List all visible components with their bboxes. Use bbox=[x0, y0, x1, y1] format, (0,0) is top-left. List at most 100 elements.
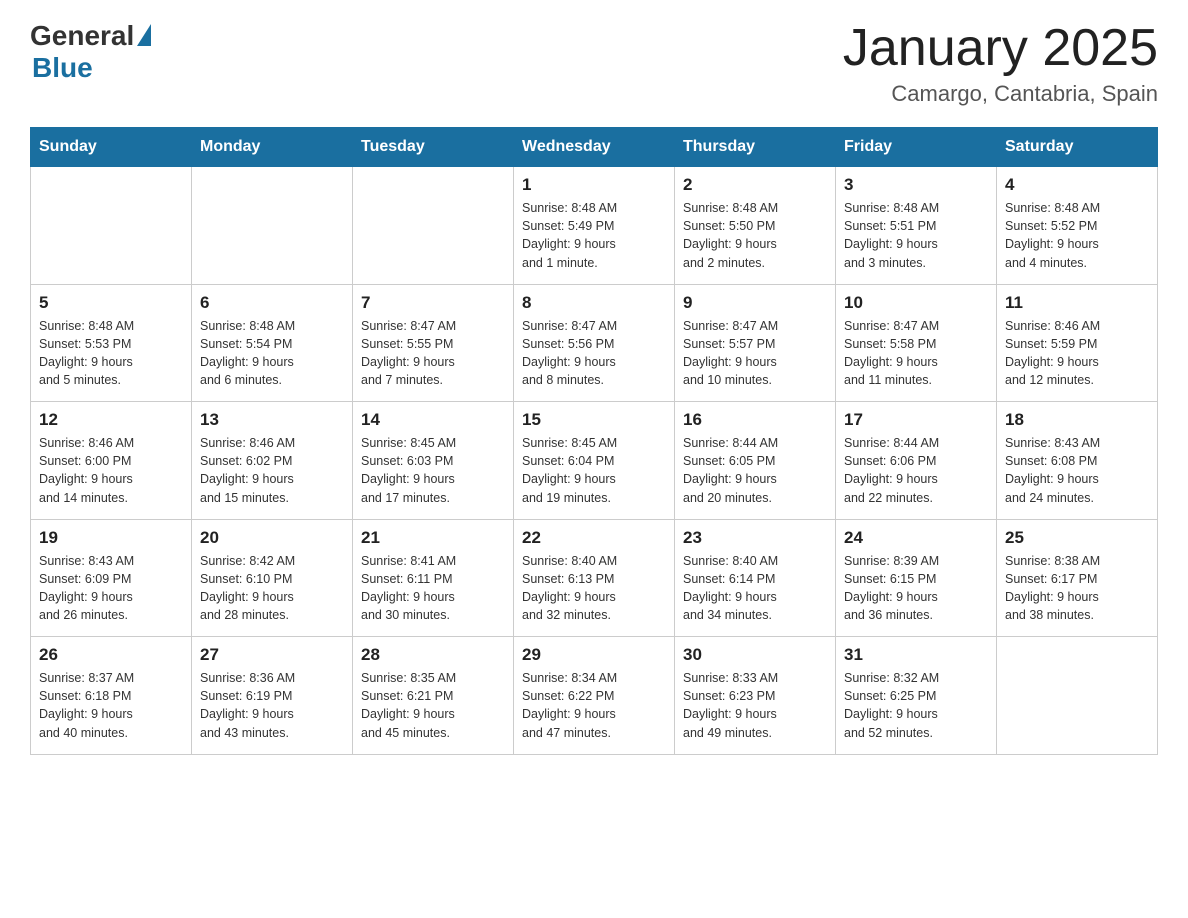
calendar-cell: 8 Sunrise: 8:47 AM Sunset: 5:56 PM Daylig… bbox=[514, 284, 675, 402]
day-info: Sunrise: 8:38 AM Sunset: 6:17 PM Dayligh… bbox=[1005, 552, 1149, 625]
calendar-cell: 11Sunrise: 8:46 AM Sunset: 5:59 PM Dayli… bbox=[997, 284, 1158, 402]
calendar-cell: 3Sunrise: 8:48 AM Sunset: 5:51 PM Daylig… bbox=[836, 167, 997, 285]
day-info: Sunrise: 8:40 AM Sunset: 6:13 PM Dayligh… bbox=[522, 552, 666, 625]
day-number: 14 bbox=[361, 410, 505, 430]
day-of-week-header: Sunday bbox=[31, 128, 192, 167]
day-number: 22 bbox=[522, 528, 666, 548]
calendar-cell: 16Sunrise: 8:44 AM Sunset: 6:05 PM Dayli… bbox=[675, 402, 836, 520]
calendar-week-row: 26 Sunrise: 8:37 AM Sunset: 6:18 PM Dayli… bbox=[31, 637, 1158, 755]
day-number: 20 bbox=[200, 528, 344, 548]
calendar-cell: 28 Sunrise: 8:35 AM Sunset: 6:21 PM Dayli… bbox=[353, 637, 514, 755]
day-of-week-header: Wednesday bbox=[514, 128, 675, 167]
calendar-cell: 5 Sunrise: 8:48 AM Sunset: 5:53 PM Daylig… bbox=[31, 284, 192, 402]
day-number: 19 bbox=[39, 528, 183, 548]
day-info: Sunrise: 8:32 AM Sunset: 6:25 PM Dayligh… bbox=[844, 669, 988, 742]
calendar-week-row: 19Sunrise: 8:43 AM Sunset: 6:09 PM Dayli… bbox=[31, 519, 1158, 637]
day-number: 23 bbox=[683, 528, 827, 548]
day-of-week-header: Monday bbox=[192, 128, 353, 167]
calendar-cell: 7 Sunrise: 8:47 AM Sunset: 5:55 PM Daylig… bbox=[353, 284, 514, 402]
calendar-cell: 10Sunrise: 8:47 AM Sunset: 5:58 PM Dayli… bbox=[836, 284, 997, 402]
day-of-week-header: Thursday bbox=[675, 128, 836, 167]
day-number: 15 bbox=[522, 410, 666, 430]
day-info: Sunrise: 8:36 AM Sunset: 6:19 PM Dayligh… bbox=[200, 669, 344, 742]
day-number: 17 bbox=[844, 410, 988, 430]
day-number: 30 bbox=[683, 645, 827, 665]
day-info: Sunrise: 8:48 AM Sunset: 5:52 PM Dayligh… bbox=[1005, 199, 1149, 272]
calendar-cell: 22 Sunrise: 8:40 AM Sunset: 6:13 PM Dayli… bbox=[514, 519, 675, 637]
calendar-cell: 15 Sunrise: 8:45 AM Sunset: 6:04 PM Dayli… bbox=[514, 402, 675, 520]
day-number: 8 bbox=[522, 293, 666, 313]
title-block: January 2025 Camargo, Cantabria, Spain bbox=[843, 20, 1158, 107]
calendar-cell bbox=[192, 167, 353, 285]
day-info: Sunrise: 8:47 AM Sunset: 5:57 PM Dayligh… bbox=[683, 317, 827, 390]
calendar-cell: 25 Sunrise: 8:38 AM Sunset: 6:17 PM Dayli… bbox=[997, 519, 1158, 637]
day-number: 1 bbox=[522, 175, 666, 195]
day-of-week-header: Saturday bbox=[997, 128, 1158, 167]
calendar-cell: 1 Sunrise: 8:48 AM Sunset: 5:49 PM Daylig… bbox=[514, 167, 675, 285]
calendar-cell: 2Sunrise: 8:48 AM Sunset: 5:50 PM Daylig… bbox=[675, 167, 836, 285]
day-info: Sunrise: 8:46 AM Sunset: 6:02 PM Dayligh… bbox=[200, 434, 344, 507]
calendar-cell: 31Sunrise: 8:32 AM Sunset: 6:25 PM Dayli… bbox=[836, 637, 997, 755]
day-number: 6 bbox=[200, 293, 344, 313]
day-info: Sunrise: 8:48 AM Sunset: 5:49 PM Dayligh… bbox=[522, 199, 666, 272]
day-info: Sunrise: 8:42 AM Sunset: 6:10 PM Dayligh… bbox=[200, 552, 344, 625]
day-number: 18 bbox=[1005, 410, 1149, 430]
calendar-cell: 19Sunrise: 8:43 AM Sunset: 6:09 PM Dayli… bbox=[31, 519, 192, 637]
day-info: Sunrise: 8:46 AM Sunset: 6:00 PM Dayligh… bbox=[39, 434, 183, 507]
day-info: Sunrise: 8:48 AM Sunset: 5:51 PM Dayligh… bbox=[844, 199, 988, 272]
calendar-week-row: 12 Sunrise: 8:46 AM Sunset: 6:00 PM Dayli… bbox=[31, 402, 1158, 520]
calendar-body: 1 Sunrise: 8:48 AM Sunset: 5:49 PM Daylig… bbox=[31, 167, 1158, 755]
day-number: 9 bbox=[683, 293, 827, 313]
day-number: 4 bbox=[1005, 175, 1149, 195]
day-number: 5 bbox=[39, 293, 183, 313]
calendar-week-row: 5 Sunrise: 8:48 AM Sunset: 5:53 PM Daylig… bbox=[31, 284, 1158, 402]
day-number: 16 bbox=[683, 410, 827, 430]
calendar-cell: 13 Sunrise: 8:46 AM Sunset: 6:02 PM Dayli… bbox=[192, 402, 353, 520]
calendar-cell: 29Sunrise: 8:34 AM Sunset: 6:22 PM Dayli… bbox=[514, 637, 675, 755]
day-info: Sunrise: 8:46 AM Sunset: 5:59 PM Dayligh… bbox=[1005, 317, 1149, 390]
calendar-cell: 12 Sunrise: 8:46 AM Sunset: 6:00 PM Dayli… bbox=[31, 402, 192, 520]
calendar-cell: 21 Sunrise: 8:41 AM Sunset: 6:11 PM Dayli… bbox=[353, 519, 514, 637]
day-info: Sunrise: 8:39 AM Sunset: 6:15 PM Dayligh… bbox=[844, 552, 988, 625]
day-number: 28 bbox=[361, 645, 505, 665]
day-info: Sunrise: 8:45 AM Sunset: 6:03 PM Dayligh… bbox=[361, 434, 505, 507]
calendar-table: SundayMondayTuesdayWednesdayThursdayFrid… bbox=[30, 127, 1158, 755]
calendar-cell: 18 Sunrise: 8:43 AM Sunset: 6:08 PM Dayli… bbox=[997, 402, 1158, 520]
day-of-week-header: Tuesday bbox=[353, 128, 514, 167]
day-number: 25 bbox=[1005, 528, 1149, 548]
day-number: 27 bbox=[200, 645, 344, 665]
logo-blue-text: Blue bbox=[32, 52, 93, 84]
day-info: Sunrise: 8:48 AM Sunset: 5:54 PM Dayligh… bbox=[200, 317, 344, 390]
day-info: Sunrise: 8:41 AM Sunset: 6:11 PM Dayligh… bbox=[361, 552, 505, 625]
day-number: 24 bbox=[844, 528, 988, 548]
calendar-cell: 26 Sunrise: 8:37 AM Sunset: 6:18 PM Dayli… bbox=[31, 637, 192, 755]
calendar-cell: 17Sunrise: 8:44 AM Sunset: 6:06 PM Dayli… bbox=[836, 402, 997, 520]
day-info: Sunrise: 8:35 AM Sunset: 6:21 PM Dayligh… bbox=[361, 669, 505, 742]
day-info: Sunrise: 8:47 AM Sunset: 5:56 PM Dayligh… bbox=[522, 317, 666, 390]
day-number: 13 bbox=[200, 410, 344, 430]
day-info: Sunrise: 8:48 AM Sunset: 5:53 PM Dayligh… bbox=[39, 317, 183, 390]
day-number: 10 bbox=[844, 293, 988, 313]
logo-triangle-icon bbox=[137, 24, 151, 46]
logo: General Blue bbox=[30, 20, 151, 84]
day-number: 21 bbox=[361, 528, 505, 548]
day-info: Sunrise: 8:45 AM Sunset: 6:04 PM Dayligh… bbox=[522, 434, 666, 507]
day-info: Sunrise: 8:37 AM Sunset: 6:18 PM Dayligh… bbox=[39, 669, 183, 742]
day-info: Sunrise: 8:47 AM Sunset: 5:55 PM Dayligh… bbox=[361, 317, 505, 390]
day-number: 7 bbox=[361, 293, 505, 313]
day-number: 29 bbox=[522, 645, 666, 665]
calendar-cell: 27 Sunrise: 8:36 AM Sunset: 6:19 PM Dayli… bbox=[192, 637, 353, 755]
page-header: General Blue January 2025 Camargo, Canta… bbox=[30, 20, 1158, 107]
calendar-header: SundayMondayTuesdayWednesdayThursdayFrid… bbox=[31, 128, 1158, 167]
calendar-cell: 4 Sunrise: 8:48 AM Sunset: 5:52 PM Daylig… bbox=[997, 167, 1158, 285]
calendar-cell: 24 Sunrise: 8:39 AM Sunset: 6:15 PM Dayli… bbox=[836, 519, 997, 637]
calendar-cell: 14 Sunrise: 8:45 AM Sunset: 6:03 PM Dayli… bbox=[353, 402, 514, 520]
day-info: Sunrise: 8:43 AM Sunset: 6:08 PM Dayligh… bbox=[1005, 434, 1149, 507]
calendar-cell: 30 Sunrise: 8:33 AM Sunset: 6:23 PM Dayli… bbox=[675, 637, 836, 755]
day-number: 26 bbox=[39, 645, 183, 665]
days-of-week-row: SundayMondayTuesdayWednesdayThursdayFrid… bbox=[31, 128, 1158, 167]
calendar-cell bbox=[31, 167, 192, 285]
calendar-cell: 6 Sunrise: 8:48 AM Sunset: 5:54 PM Daylig… bbox=[192, 284, 353, 402]
day-number: 12 bbox=[39, 410, 183, 430]
day-info: Sunrise: 8:33 AM Sunset: 6:23 PM Dayligh… bbox=[683, 669, 827, 742]
